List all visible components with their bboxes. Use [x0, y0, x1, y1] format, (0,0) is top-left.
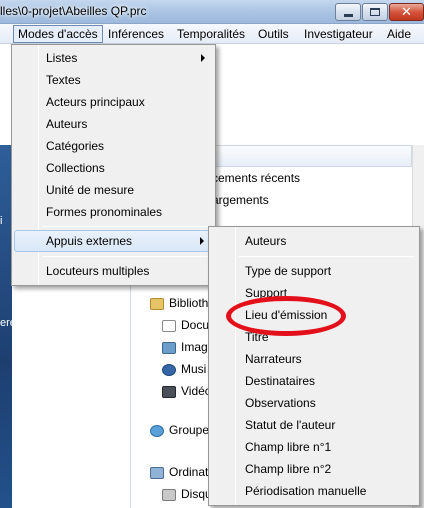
minimize-button[interactable]	[335, 3, 361, 21]
modes-acces-menu: Listes Textes Acteurs principaux Auteurs…	[11, 44, 216, 286]
menu-item-label: Locuteurs multiples	[46, 264, 150, 278]
close-button[interactable]: ✕	[389, 3, 424, 21]
menu-item-label: Acteurs principaux	[46, 95, 145, 109]
list-item[interactable]: argements	[212, 193, 269, 207]
menu-item-label: Statut de l'auteur	[245, 418, 336, 432]
submenu-item-champ-libre-1[interactable]: Champ libre n°1	[211, 436, 417, 458]
menu-separator	[42, 256, 212, 257]
menu-separator	[239, 256, 415, 257]
homegroup-icon	[150, 425, 164, 437]
appuis-externes-submenu: Auteurs Type de support Support Lieu d'é…	[208, 226, 420, 506]
menu-item-acteurs-principaux[interactable]: Acteurs principaux	[14, 91, 213, 113]
menu-item-textes[interactable]: Textes	[14, 69, 213, 91]
maximize-icon	[370, 8, 380, 16]
menu-item-label: Textes	[46, 73, 81, 87]
menu-modes-acces[interactable]: Modes d'accès	[13, 25, 103, 43]
menu-item-label: Périodisation manuelle	[245, 484, 367, 498]
tree-item-musique[interactable]: Musi	[181, 362, 206, 376]
maximize-button[interactable]	[362, 3, 388, 21]
menu-item-auteurs[interactable]: Auteurs	[14, 113, 213, 135]
documents-icon	[162, 320, 176, 332]
menu-item-label: Narrateurs	[245, 352, 302, 366]
menu-item-label: Destinataires	[245, 374, 316, 388]
menu-item-collections[interactable]: Collections	[14, 157, 213, 179]
menu-inferences[interactable]: Inférences	[104, 25, 168, 43]
submenu-item-periodisation-manuelle[interactable]: Périodisation manuelle	[211, 480, 417, 502]
menu-outils[interactable]: Outils	[254, 25, 293, 43]
images-icon	[162, 342, 176, 354]
menu-item-label: Listes	[46, 51, 78, 65]
submenu-item-destinataires[interactable]: Destinataires	[211, 370, 417, 392]
music-icon	[162, 364, 176, 376]
menu-bar: Modes d'accès Inférences Temporalités Ou…	[0, 24, 424, 44]
menu-item-label: Champ libre n°1	[245, 440, 332, 454]
tree-item-ordinateur[interactable]: Ordinat	[169, 465, 208, 479]
menu-item-label: Collections	[46, 161, 105, 175]
menu-item-label: Appuis externes	[46, 234, 133, 248]
submenu-item-type-de-support[interactable]: Type de support	[211, 260, 417, 282]
title-bar: lles\0-projet\Abeilles QP.prc ✕	[0, 0, 424, 24]
submenu-item-statut-de-l-auteur[interactable]: Statut de l'auteur	[211, 414, 417, 436]
menu-item-listes[interactable]: Listes	[14, 47, 213, 69]
menu-item-formes-pronominales[interactable]: Formes pronominales	[14, 201, 213, 223]
computer-icon	[150, 467, 164, 479]
library-icon	[150, 298, 164, 310]
annotation-ellipse	[226, 296, 346, 336]
tree-item-groupe[interactable]: Groupe	[169, 423, 209, 437]
menu-item-label: Auteurs	[245, 234, 287, 248]
tree-item-documents[interactable]: Docu	[181, 318, 209, 332]
submenu-item-champ-libre-2[interactable]: Champ libre n°2	[211, 458, 417, 480]
menu-aide[interactable]: Aide	[383, 25, 415, 43]
desktop-label: i	[0, 215, 3, 227]
tree-item-bibliotheques[interactable]: Biblioth	[169, 296, 208, 310]
menu-separator	[42, 226, 212, 227]
menu-item-label: Type de support	[245, 264, 332, 278]
menu-item-label: Observations	[245, 396, 316, 410]
submenu-arrow-icon	[201, 54, 205, 62]
menu-item-label: Champ libre n°2	[245, 462, 332, 476]
menu-item-categories[interactable]: Catégories	[14, 135, 213, 157]
minimize-icon	[343, 13, 353, 17]
submenu-item-narrateurs[interactable]: Narrateurs	[211, 348, 417, 370]
submenu-item-auteurs[interactable]: Auteurs	[211, 230, 417, 252]
submenu-arrow-icon	[200, 237, 204, 245]
menu-item-label: Unité de mesure	[46, 183, 135, 197]
menu-item-label: Catégories	[46, 139, 105, 153]
tree-item-images[interactable]: Imag	[181, 340, 208, 354]
menu-item-locuteurs-multiples[interactable]: Locuteurs multiples	[14, 260, 213, 282]
disk-icon	[162, 489, 176, 501]
list-item[interactable]: cements récents	[212, 171, 300, 185]
menu-investigateur[interactable]: Investigateur	[300, 25, 377, 43]
submenu-item-observations[interactable]: Observations	[211, 392, 417, 414]
desktop-label: ere...	[0, 317, 26, 329]
menu-item-appuis-externes[interactable]: Appuis externes	[14, 230, 213, 252]
menu-item-label: Auteurs	[46, 117, 88, 131]
menu-item-unite-de-mesure[interactable]: Unité de mesure	[14, 179, 213, 201]
menu-item-label: Formes pronominales	[46, 205, 163, 219]
menu-temporalites[interactable]: Temporalités	[173, 25, 249, 43]
video-icon	[162, 386, 176, 398]
window-title: lles\0-projet\Abeilles QP.prc	[0, 4, 147, 18]
tree-item-videos[interactable]: Vidéc	[181, 384, 211, 398]
close-icon: ✕	[401, 4, 412, 19]
